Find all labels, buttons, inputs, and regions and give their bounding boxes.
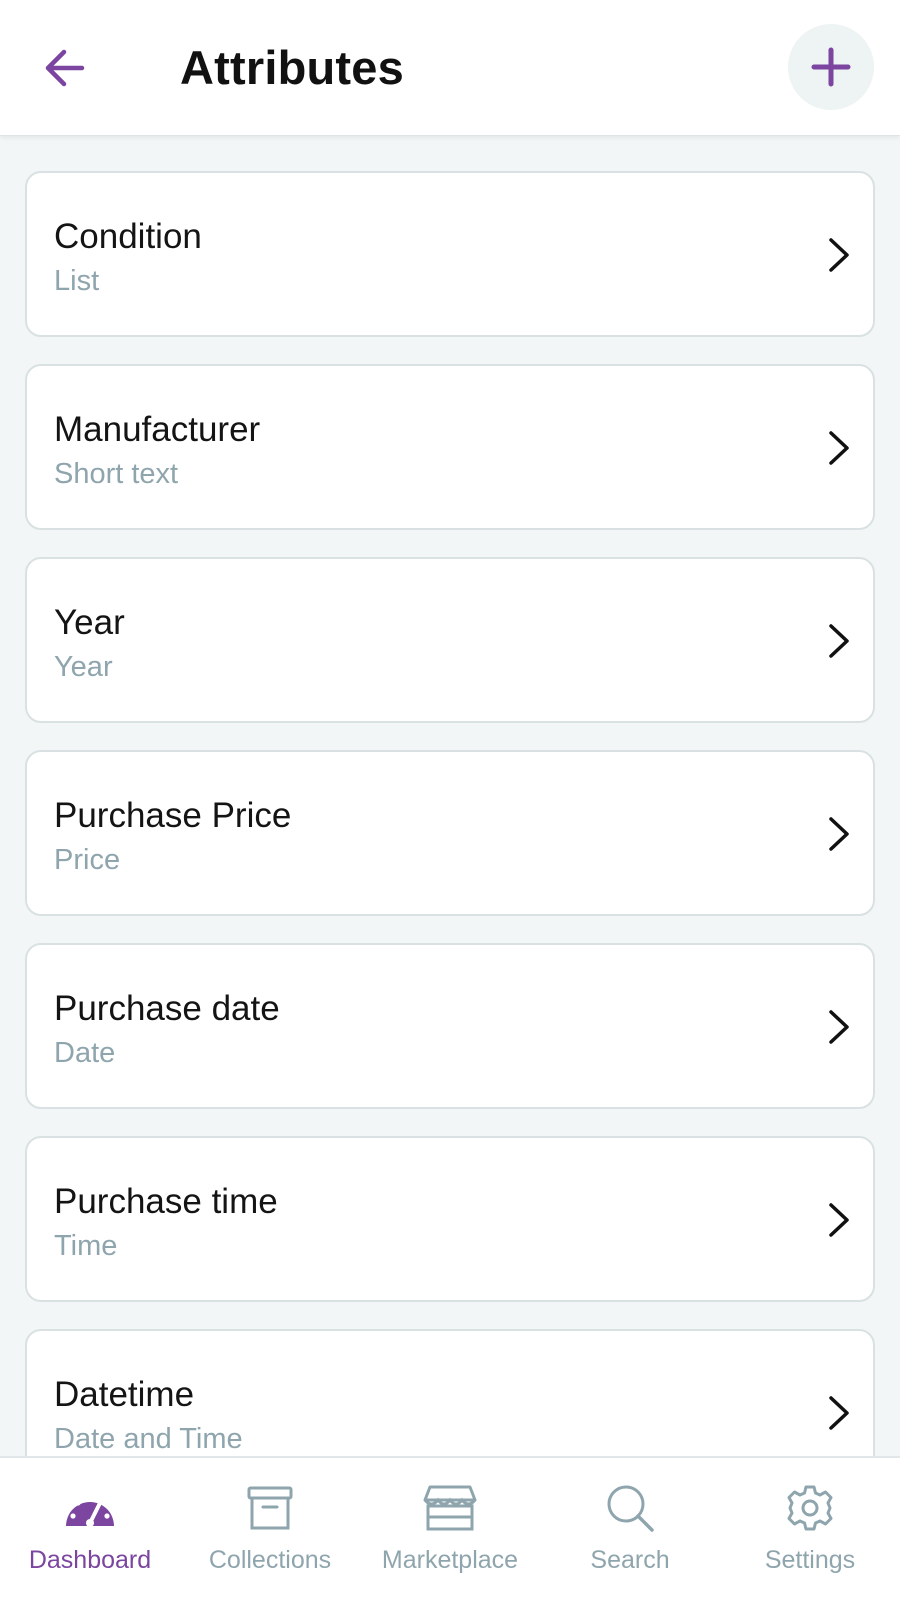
- search-icon: [602, 1482, 658, 1534]
- attribute-type: Date and Time: [54, 1423, 243, 1455]
- attribute-name: Year: [54, 603, 125, 642]
- attribute-card-purchase-time[interactable]: Purchase time Time: [25, 1136, 875, 1302]
- attribute-type: Price: [54, 844, 121, 876]
- attribute-card-purchase-price[interactable]: Purchase Price Price: [25, 750, 875, 916]
- attribute-type: List: [54, 265, 100, 297]
- archive-box-icon: [242, 1482, 298, 1534]
- nav-label: Dashboard: [28, 1546, 152, 1574]
- attribute-name: Datetime: [54, 1375, 195, 1414]
- attribute-name: Purchase Price: [54, 796, 292, 835]
- attribute-type: Date: [54, 1037, 116, 1069]
- attribute-card-manufacturer[interactable]: Manufacturer Short text: [25, 364, 875, 530]
- attribute-list: Condition List Manufacturer Short text Y…: [0, 136, 900, 1456]
- nav-label: Marketplace: [381, 1546, 519, 1574]
- gauge-icon: [62, 1482, 118, 1534]
- top-app-bar: Attributes: [0, 0, 900, 136]
- attribute-card-year[interactable]: Year Year: [25, 557, 875, 723]
- chevron-right-icon: [829, 817, 849, 851]
- chevron-right-icon: [829, 1203, 849, 1237]
- attribute-card-datetime[interactable]: Datetime Date and Time: [25, 1329, 875, 1456]
- attribute-name: Purchase time: [54, 1182, 278, 1221]
- chevron-right-icon: [829, 1396, 849, 1430]
- nav-search[interactable]: Search: [540, 1458, 720, 1600]
- chevron-right-icon: [829, 1010, 849, 1044]
- plus-icon: [811, 47, 851, 87]
- attribute-type: Year: [54, 651, 113, 683]
- attribute-type: Time: [54, 1230, 118, 1262]
- attribute-name: Purchase date: [54, 989, 280, 1028]
- attribute-type: Short text: [54, 458, 179, 490]
- nav-collections[interactable]: Collections: [180, 1458, 360, 1600]
- attribute-name: Manufacturer: [54, 410, 261, 449]
- chevron-right-icon: [829, 624, 849, 658]
- nav-label: Settings: [764, 1546, 856, 1574]
- attribute-card-purchase-date[interactable]: Purchase date Date: [25, 943, 875, 1109]
- arrow-left-icon: [45, 49, 85, 87]
- nav-label: Collections: [208, 1546, 332, 1574]
- nav-marketplace[interactable]: Marketplace: [360, 1458, 540, 1600]
- page-title: Attributes: [180, 41, 404, 94]
- add-attribute-button[interactable]: [788, 24, 874, 110]
- attributes-screen: Attributes Condition List Manufacturer S…: [0, 0, 900, 1600]
- bottom-navigation: Dashboard Collections Marketplace Search…: [0, 1456, 900, 1600]
- gear-icon: [782, 1482, 838, 1534]
- storefront-icon: [422, 1482, 478, 1534]
- chevron-right-icon: [829, 238, 849, 272]
- chevron-right-icon: [829, 431, 849, 465]
- nav-dashboard[interactable]: Dashboard: [0, 1458, 180, 1600]
- nav-settings[interactable]: Settings: [720, 1458, 900, 1600]
- nav-label: Search: [590, 1546, 670, 1574]
- attribute-card-condition[interactable]: Condition List: [25, 171, 875, 337]
- back-button[interactable]: [34, 38, 94, 98]
- attribute-name: Condition: [54, 217, 202, 256]
